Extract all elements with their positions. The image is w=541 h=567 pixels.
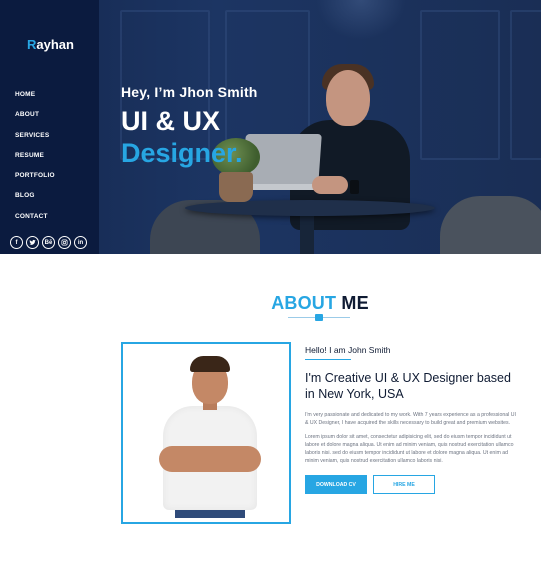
about-content: Hello! I am John Smith I'm Creative UI &… <box>305 345 519 494</box>
person-jeans <box>175 510 245 518</box>
instagram-icon[interactable] <box>58 236 71 249</box>
linkedin-icon[interactable]: in <box>74 236 87 249</box>
portfolio-page: Hey, I’m Jhon Smith UI & UX Designer. Ra… <box>0 0 541 567</box>
nav-item-portfolio[interactable]: PORTFOLIO <box>15 172 55 192</box>
about-title: I'm Creative UI & UX Designer based in N… <box>305 371 511 401</box>
hero-title-line1: UI & UX <box>121 106 221 136</box>
divider-mark <box>315 314 323 321</box>
nav-item-home[interactable]: HOME <box>15 91 55 111</box>
social-links: f Bē in <box>10 236 87 249</box>
about-heading: ABOUT ME <box>0 293 541 314</box>
table-leg <box>300 212 314 254</box>
person-crossed-arms <box>159 446 261 472</box>
person-hand <box>312 176 348 194</box>
hero-greeting: Hey, I’m Jhon Smith <box>121 84 258 100</box>
nav-item-services[interactable]: SERVICES <box>15 132 55 152</box>
cafe-table <box>185 200 435 216</box>
behance-icon[interactable]: Bē <box>42 236 55 249</box>
download-cv-button[interactable]: DOWNLOAD CV <box>305 475 367 494</box>
nav-item-about[interactable]: ABOUT <box>15 111 55 131</box>
person-hair <box>190 356 230 372</box>
person-head <box>326 70 370 126</box>
about-paragraph-2: Lorem ipsum dolor sit amet, consectetur … <box>305 434 514 464</box>
brand-rest: ayhan <box>36 37 74 52</box>
about-paragraph-1: I'm very passionate and dedicated to my … <box>305 412 516 426</box>
hire-me-button[interactable]: HIRE ME <box>373 475 435 494</box>
main-nav: HOME ABOUT SERVICES RESUME PORTFOLIO BLO… <box>15 91 55 233</box>
profile-photo-frame <box>121 342 291 524</box>
about-heading-accent: ABOUT <box>271 293 337 313</box>
sidebar: Rayhan HOME ABOUT SERVICES RESUME PORTFO… <box>0 0 99 254</box>
plant-pot <box>219 172 253 202</box>
nav-item-resume[interactable]: RESUME <box>15 152 55 172</box>
profile-photo <box>129 350 283 518</box>
hero-text: Hey, I’m Jhon Smith UI & UX Designer. <box>121 84 258 169</box>
hero-title-line2: Designer. <box>121 138 243 168</box>
facebook-icon[interactable]: f <box>10 236 23 249</box>
chair <box>440 196 541 254</box>
ceiling-lamp <box>316 0 406 40</box>
about-hello: Hello! I am John Smith <box>305 345 391 355</box>
wrist-watch <box>350 180 359 194</box>
brand-initial: R <box>27 37 37 52</box>
brand-logo[interactable]: Rayhan <box>27 37 74 52</box>
nav-item-blog[interactable]: BLOG <box>15 192 55 212</box>
nav-item-contact[interactable]: CONTACT <box>15 213 55 233</box>
about-heading-rest: ME <box>336 293 369 313</box>
about-buttons: DOWNLOAD CV HIRE ME <box>305 475 519 494</box>
twitter-icon[interactable] <box>26 236 39 249</box>
hello-underline <box>305 359 351 360</box>
wall-panel <box>510 10 541 160</box>
wall-panel <box>420 10 500 160</box>
section-divider <box>288 314 350 322</box>
